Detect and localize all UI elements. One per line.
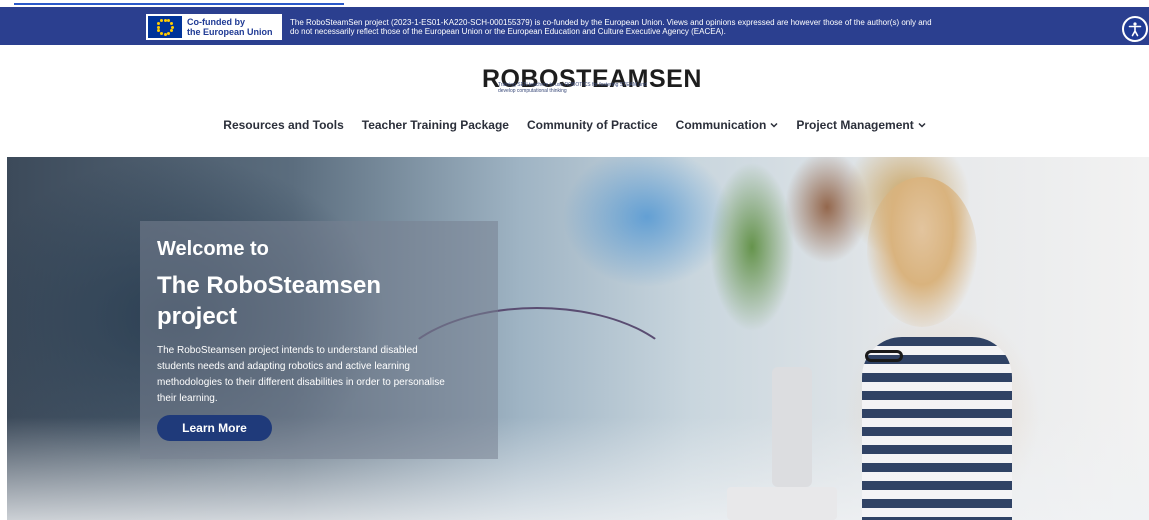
main-navigation: Resources and Tools Teacher Training Pac… (0, 115, 1149, 135)
nav-item-label: Teacher Training Package (361, 118, 509, 132)
accessibility-button[interactable] (1122, 16, 1148, 42)
eu-flag-star (169, 29, 173, 32)
accessibility-icon (1128, 22, 1142, 37)
nav-item-label: Communication (675, 118, 767, 132)
site-logo[interactable]: ROBOSTEAMSEN Training SEN teachers to us… (480, 58, 701, 100)
hero-photo-microscope-body (772, 367, 812, 487)
brand-tagline-line2: develop computational thinking (498, 88, 567, 94)
chevron-down-icon (918, 122, 926, 128)
chevron-down-icon (770, 122, 778, 128)
hero-photo-glasses (865, 350, 903, 362)
hero-photo-striped-shirt (862, 337, 1012, 520)
hero-banner: Welcome to The RoboSteamsen project The … (7, 157, 1149, 520)
nav-item-community-of-practice[interactable]: Community of Practice (518, 115, 667, 135)
skip-to-content-link[interactable] (14, 0, 344, 7)
eu-logo-line2: the European Union (187, 27, 273, 37)
nav-item-label: Resources and Tools (223, 118, 344, 132)
nav-item-resources-and-tools[interactable]: Resources and Tools (214, 115, 352, 135)
eu-flag-star (163, 32, 167, 36)
eu-flag-star (169, 22, 173, 25)
eu-disclaimer-line1: The RoboSteamSen project (2023-1-ES01-KA… (290, 18, 932, 27)
eu-cofunded-logo: Co-funded by the European Union (146, 14, 282, 40)
eu-disclaimer: The RoboSteamSen project (2023-1-ES01-KA… (290, 18, 1090, 36)
hero-title: The RoboSteamsen project (157, 272, 382, 330)
hero-photo-microscope-base (727, 487, 837, 520)
learn-more-button[interactable]: Learn More (157, 415, 272, 441)
eu-flag-star (160, 19, 163, 23)
nav-item-label: Community of Practice (526, 118, 658, 132)
nav-item-communication[interactable]: Communication (667, 115, 788, 135)
eu-logo-line1: Co-funded by (187, 17, 245, 27)
eu-logo-text: Co-funded by the European Union (187, 17, 273, 37)
eu-funding-bar: Co-funded by the European Union The Robo… (0, 7, 1149, 45)
hero-welcome: Welcome to (157, 238, 269, 260)
nav-item-project-management[interactable]: Project Management (787, 115, 934, 135)
skip-link-underline (14, 3, 344, 5)
brand-tagline: Training SEN teachers to use ROBOTICS fo… (498, 82, 678, 94)
hero-description: The RoboSteamsen project intends to unde… (157, 345, 445, 404)
eu-disclaimer-line2: do not necessarily reflect those of the … (290, 27, 726, 36)
eu-flag-icon (148, 16, 182, 38)
hero-photo-child-head (867, 177, 977, 327)
nav-item-teacher-training-package[interactable]: Teacher Training Package (353, 115, 518, 135)
eu-flag-star (167, 31, 170, 35)
eu-flag-star (160, 31, 163, 35)
eu-flag-star (157, 22, 161, 25)
eu-flag-star (156, 25, 160, 29)
nav-item-label: Project Management (796, 118, 914, 132)
